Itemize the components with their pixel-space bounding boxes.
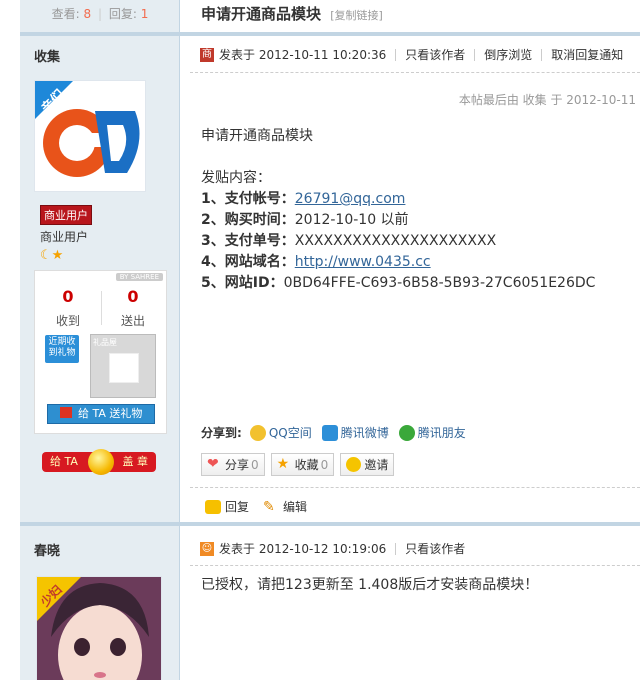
replies-label: 回复:	[108, 7, 137, 21]
stamp-left-label: 给 TA	[50, 455, 78, 468]
give-gift-button[interactable]: 给 TA 送礼物	[47, 404, 155, 424]
received-label: 收到	[55, 314, 80, 328]
post-content: 申请开通商品模块 发贴内容： 1、支付帐号：26791@qq.com 2、购买时…	[201, 126, 595, 294]
views-label: 查看:	[51, 7, 80, 21]
post-separator	[20, 522, 640, 526]
stamp-button[interactable]: 给 TA 盖 章	[42, 449, 156, 475]
divider	[474, 48, 476, 61]
post-actions: 回复 ✎ 编辑	[205, 498, 321, 515]
post-separator	[20, 32, 640, 36]
received-count: 0	[62, 287, 74, 306]
thread-title-text: 申请开通商品模块	[201, 5, 322, 23]
gift-icon	[59, 407, 72, 418]
stamp-right-label: 盖 章	[122, 455, 149, 468]
star-icon: ★	[276, 456, 290, 472]
thread-title: 申请开通商品模块 [复制链接]	[201, 3, 383, 24]
reply-icon	[205, 499, 221, 514]
reply-button[interactable]: 回复	[205, 498, 249, 515]
user-group[interactable]: 商业用户	[40, 228, 88, 245]
share-friends[interactable]: 腾讯朋友	[398, 424, 466, 441]
edit-button[interactable]: ✎ 编辑	[263, 498, 307, 515]
post-header: ☺ 发表于 2012-10-12 10:19:06 只看该作者	[200, 540, 465, 557]
list-item: 5、网站ID：0BD64FFE-C693-6B58-5B93-27C6051E2…	[201, 275, 596, 291]
post-header: 商 发表于 2012-10-11 10:20:36 只看该作者 倒序浏览 取消回…	[200, 46, 623, 63]
gift-panel: BY SAHREE 0 收到 0 送出 近期收到礼物 礼品屋 给 TA 送礼物	[34, 270, 167, 434]
pencil-icon: ✎	[263, 498, 275, 515]
weibo-icon	[321, 424, 338, 441]
only-author-link[interactable]: 只看该作者	[405, 46, 465, 63]
header-divider	[190, 72, 640, 73]
sent-count: 0	[127, 287, 139, 306]
friends-icon	[398, 424, 415, 441]
invite-icon	[346, 457, 362, 472]
last-edit-note: 本帖最后由 收集 于 2012-10-11	[458, 93, 636, 107]
share-qzone[interactable]: QQ空间	[249, 424, 312, 441]
replies-count: 1	[140, 7, 149, 21]
stat-divider: |	[97, 7, 103, 21]
header-divider	[190, 565, 640, 566]
post-time: 发表于 2012-10-11 10:20:36	[219, 48, 387, 62]
share-label: 分享到:	[201, 426, 242, 440]
content-intro: 发贴内容：	[201, 170, 271, 186]
gift-by-label: BY SAHREE	[115, 273, 163, 281]
actions-divider	[190, 487, 640, 488]
divider	[395, 542, 397, 555]
list-item: 3、支付单号：XXXXXXXXXXXXXXXXXXXXX	[201, 233, 497, 249]
cancel-notify-link[interactable]: 取消回复通知	[551, 46, 623, 63]
divider	[101, 291, 102, 325]
gift-shop-label: 礼品屋	[93, 338, 117, 347]
favorite-button[interactable]: ★ 收藏 0	[270, 453, 335, 476]
list-item: 4、网站域名：http://www.0435.cc	[201, 254, 431, 270]
recent-gifts-label: 近期收到礼物	[45, 335, 79, 363]
content-title: 申请开通商品模块	[201, 128, 313, 144]
views-count: 8	[83, 7, 92, 21]
post-buttons: ❤ 分享 0 ★ 收藏 0 邀请	[201, 453, 400, 476]
post-time: 发表于 2012-10-12 10:19:06	[219, 542, 387, 556]
only-author-link[interactable]: 只看该作者	[405, 540, 465, 557]
divider	[395, 48, 397, 61]
list-item: 2、购买时间：2012-10-10 以前	[201, 212, 409, 228]
website-link[interactable]: http://www.0435.cc	[295, 254, 431, 270]
qzone-icon	[249, 424, 266, 441]
avatar[interactable]: 少妇	[36, 576, 162, 680]
sent-label: 送出	[120, 314, 145, 328]
author-name[interactable]: 春晓	[34, 540, 60, 559]
rank-stars-icon: ☾★	[40, 248, 64, 263]
share-bar: 分享到: QQ空间 腾讯微博 腾讯朋友	[201, 424, 476, 441]
shop-user-icon: 商	[200, 47, 214, 62]
heart-icon: ❤	[207, 456, 219, 472]
page-margin	[0, 0, 20, 680]
gift-box-icon	[109, 353, 139, 383]
share-weibo[interactable]: 腾讯微博	[321, 424, 389, 441]
divider	[541, 48, 543, 61]
invite-button[interactable]: 邀请	[340, 453, 395, 476]
post-content: 已授权，请把123更新至 1.408版后才安装商品模块！	[201, 577, 539, 593]
user-badge: 商业用户	[40, 205, 92, 225]
copy-link[interactable]: [复制链接]	[330, 9, 383, 22]
avatar[interactable]: 亲们	[34, 80, 146, 192]
user-icon: ☺	[200, 541, 214, 556]
author-name[interactable]: 收集	[34, 46, 60, 65]
gift-shop[interactable]: 礼品屋	[90, 334, 156, 398]
list-item: 1、支付帐号：26791@qq.com	[201, 191, 406, 207]
stamp-ball-icon	[88, 449, 114, 475]
give-gift-label: 给 TA 送礼物	[78, 407, 143, 420]
share-button[interactable]: ❤ 分享 0	[201, 453, 265, 476]
reverse-view-link[interactable]: 倒序浏览	[484, 46, 532, 63]
email-link[interactable]: 26791@qq.com	[295, 191, 406, 207]
thread-stats: 查看: 8 | 回复: 1	[20, 0, 180, 28]
